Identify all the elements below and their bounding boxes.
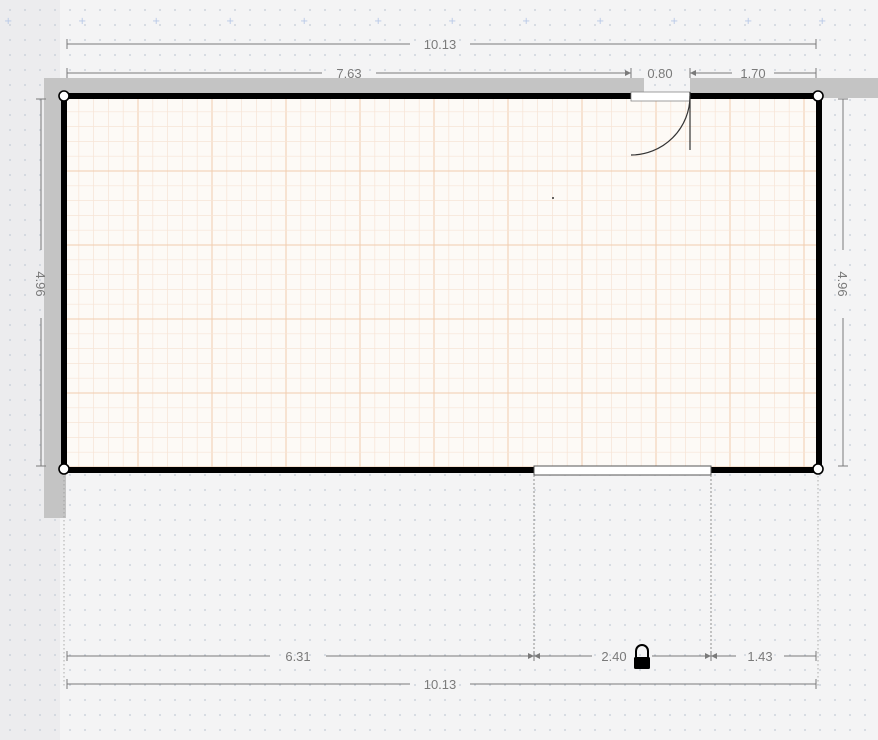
svg-text:+: + xyxy=(4,16,12,27)
corner-handle-bottom-left[interactable] xyxy=(58,463,70,475)
room-center-marker xyxy=(552,197,554,199)
room-floor[interactable] xyxy=(64,97,819,470)
svg-text:+: + xyxy=(744,16,752,27)
svg-text:+: + xyxy=(448,16,456,27)
dimension-top-segment-door[interactable]: 0.80 xyxy=(647,66,672,81)
dimension-top-segment-left[interactable]: 7.63 xyxy=(336,66,361,81)
dimension-bottom-total[interactable]: 10.13 xyxy=(424,677,457,692)
dimension-top-segment-right[interactable]: 1.70 xyxy=(740,66,765,81)
svg-text:+: + xyxy=(374,16,382,27)
svg-text:+: + xyxy=(522,16,530,27)
dimension-bottom-segment-right[interactable]: 1.43 xyxy=(747,649,772,664)
corner-handle-bottom-right[interactable] xyxy=(812,463,824,475)
svg-text:+: + xyxy=(78,16,86,27)
dimension-bottom-segment-left[interactable]: 6.31 xyxy=(285,649,310,664)
svg-text:+: + xyxy=(300,16,308,27)
svg-text:+: + xyxy=(670,16,678,27)
dimension-top-total[interactable]: 10.13 xyxy=(424,37,457,52)
floor-plan-canvas[interactable]: + + + + + + + + + + + + 10.13 7.63 0.80 … xyxy=(0,0,878,740)
svg-text:+: + xyxy=(818,16,826,27)
dimension-right-height[interactable]: 4.96 xyxy=(835,271,850,296)
svg-text:+: + xyxy=(226,16,234,27)
dimension-left-height[interactable]: 4.96 xyxy=(33,271,48,296)
svg-text:+: + xyxy=(152,16,160,27)
dimension-bottom-segment-opening[interactable]: 2.40 xyxy=(601,649,626,664)
svg-text:+: + xyxy=(596,16,604,27)
corner-handle-top-right[interactable] xyxy=(812,90,824,102)
corner-handle-top-left[interactable] xyxy=(58,90,70,102)
